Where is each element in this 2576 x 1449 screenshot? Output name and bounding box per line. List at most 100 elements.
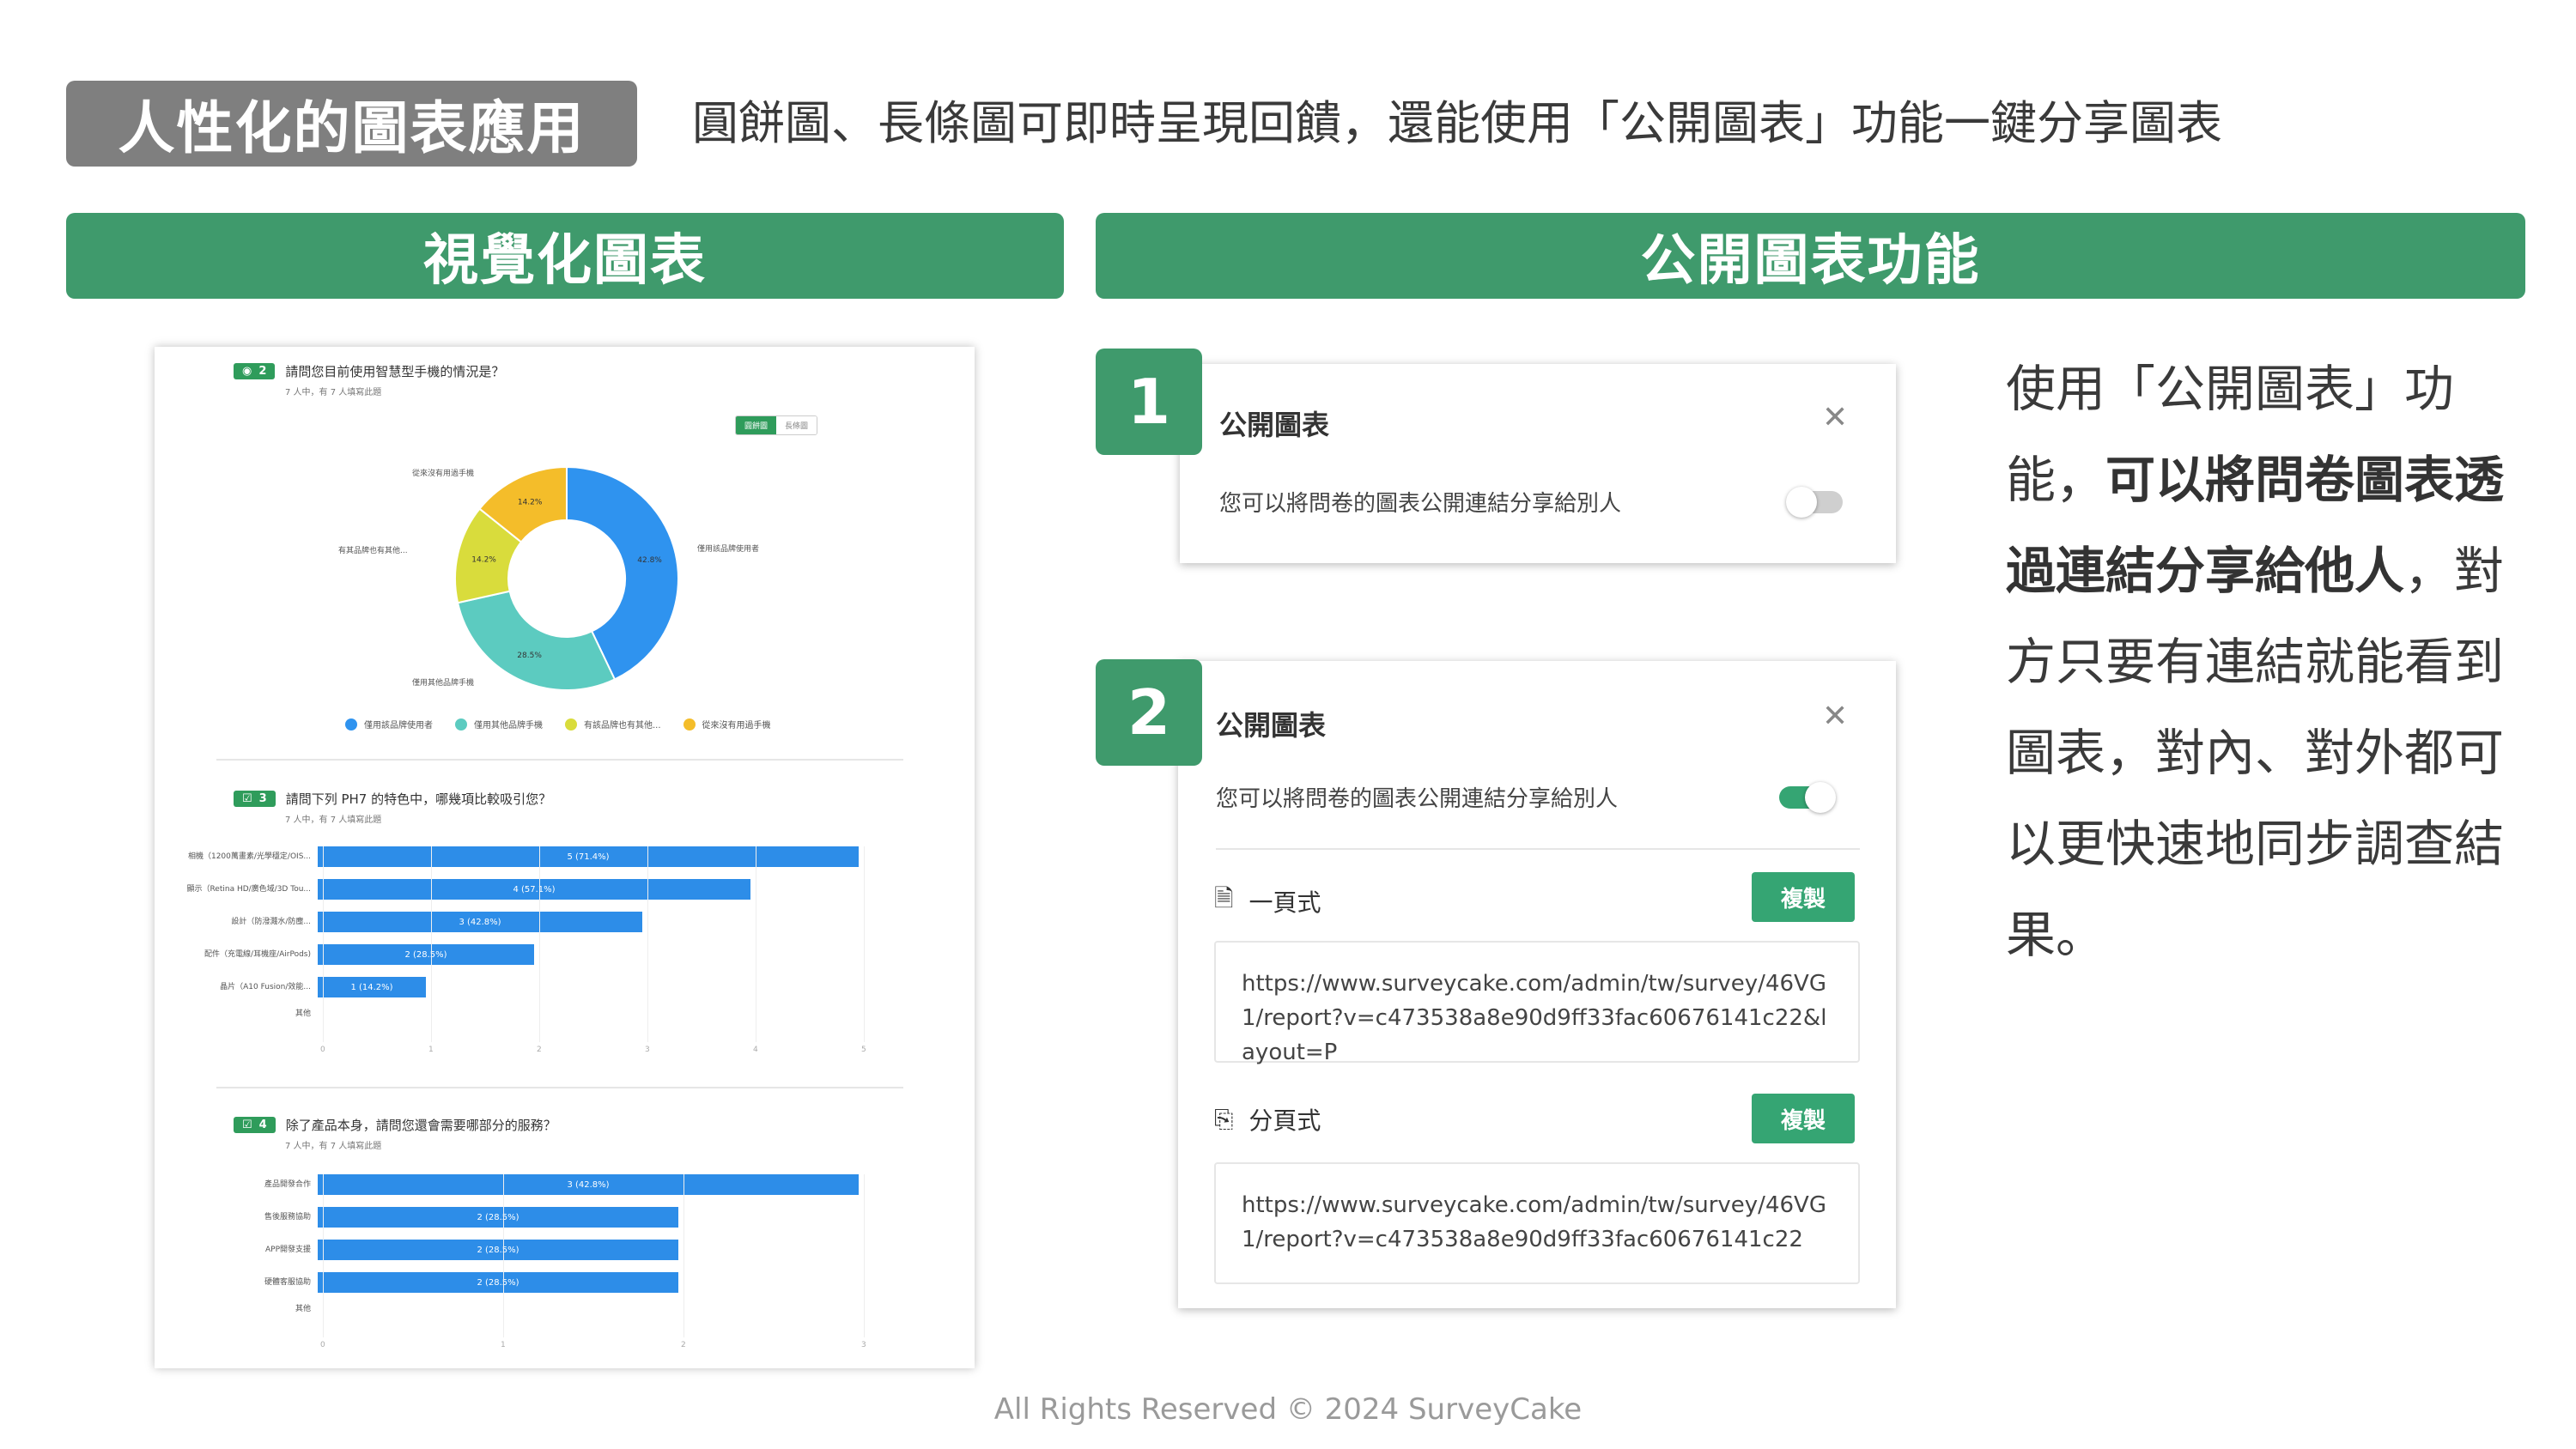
bar-row: APP開發支援 2 (28.5%) [172,1240,678,1260]
section-divider [216,1087,903,1088]
dialog-separator [1216,848,1860,850]
bar-category-label: 設計（防潑濺水/防塵... [231,917,311,926]
bar-row: 配件（充電線/耳機座/AirPods) 2 (28.5%) [172,944,534,965]
grid-line [323,846,324,1042]
grid-line [864,1174,865,1337]
donut-legend: 僅用該品牌使用者 僅用其他品牌手機 有該品牌也有其他... 從來沒有用過手機 [345,718,771,731]
close-icon[interactable]: ✕ [1822,400,1848,435]
question-badge: ◉ 2 [234,363,276,379]
axis-tick-label: 5 [861,1046,866,1054]
bar: 2 (28.5%) [318,1207,678,1228]
axis-tick-label: 4 [753,1046,758,1054]
step-number-2: 2 [1096,659,1202,766]
footer-copyright: All Rights Reserved © 2024 SurveyCake [993,1392,1583,1427]
grid-line [539,846,540,1042]
axis-tick-label: 2 [537,1046,542,1054]
multi-page-row: ⎘ 分頁式 [1214,1102,1321,1137]
legend-item: 僅用該品牌使用者 [345,718,433,731]
bar-row: 其他 [172,1305,318,1314]
bar-row: 硬體客服協助 2 (28.5%) [172,1272,678,1293]
dialog-title: 公開圖表 [1216,709,1327,742]
donut-slice [456,590,617,691]
bar-category-label: 晶片（A10 Fusion/效能... [220,982,311,991]
question-title: 請問下列 PH7 的特色中，哪幾項比較吸引您？ [285,791,552,807]
close-icon[interactable]: ✕ [1822,699,1848,734]
donut-chart: 42.8% 28.5% 14.2% 14.2% [454,465,679,691]
bar-category-label: 售後服務協助 [264,1212,311,1222]
bar-category-label: 其他 [295,1305,311,1313]
single-page-row: 🗎 一頁式 [1214,881,1321,922]
bar-category-label: 硬體客服協助 [264,1277,311,1287]
donut-value-label: 42.8% [637,556,662,565]
donut-label: 僅用其他品牌手機 [412,679,475,688]
bar: 2 (28.5%) [318,944,534,965]
question-subtitle: 7 人中，有 7 人填寫此題 [285,1142,382,1151]
donut-label: 從來沒有用過手機 [412,470,475,478]
question-4-header: ☑ 4 除了產品本身，請問您還會需要哪部分的服務？ [234,1116,556,1134]
bar-category-label: APP開發支援 [264,1245,311,1254]
legend-item: 有該品牌也有其他... [565,718,661,731]
legend-item: 從來沒有用過手機 [683,718,771,731]
bar: 3 (42.8%) [318,1174,859,1195]
donut-value-label: 14.2% [518,499,543,507]
section-header-visual-charts: 視覺化圖表 [66,213,1064,299]
bar-category-label: 其他 [295,1009,311,1018]
checkbox-icon: ☑ [242,1119,252,1131]
bar: 2 (28.5%) [318,1240,678,1260]
bar-row: 晶片（A10 Fusion/效能... 1 (14.2%) [172,977,426,997]
bar: 2 (28.5%) [318,1272,678,1293]
grid-line [431,846,432,1042]
radio-icon: ◉ [242,365,252,378]
axis-tick-label: 3 [645,1046,650,1054]
bar-row: 產品開發合作 3 (42.8%) [172,1174,859,1195]
bar-chart-q4: 產品開發合作 3 (42.8%) 售後服務協助 2 (28.5%) APP開發支援 2 (… [172,1174,962,1363]
bar: 4 (57.1%) [318,879,750,900]
section-divider [216,759,903,761]
bar-category-label: 產品開發合作 [264,1179,311,1189]
copy-button-single[interactable]: 複製 [1752,872,1855,922]
dialog-description: 您可以將問卷的圖表公開連結分享給別人 [1216,786,1619,812]
axis-tick-label: 3 [861,1341,866,1349]
public-chart-dialog-2: 公開圖表 ✕ 您可以將問卷的圖表公開連結分享給別人 🗎 一頁式 複製 https… [1178,661,1896,1308]
single-page-url[interactable]: https://www.surveycake.com/admin/tw/surv… [1214,941,1860,1065]
public-toggle-off[interactable] [1786,487,1843,518]
question-subtitle: 7 人中，有 7 人填寫此題 [285,815,382,825]
bar-row: 售後服務協助 2 (28.5%) [172,1207,678,1228]
bar-category-label: 相機（1200萬畫素/光學穩定/OIS... [187,852,311,861]
multi-page-url[interactable]: https://www.surveycake.com/admin/tw/surv… [1214,1162,1860,1284]
legend-item: 僅用其他品牌手機 [455,718,543,731]
toggle-pie[interactable]: 圓餅圖 [736,416,777,434]
chart-type-toggle[interactable]: 圓餅圖 長條圖 [735,415,818,435]
donut-label: 有其品牌也有其他... [338,547,408,555]
copy-button-multi[interactable]: 複製 [1752,1094,1855,1143]
question-3-header: ☑ 3 請問下列 PH7 的特色中，哪幾項比較吸引您？ [234,790,551,808]
headline-tag: 人性化的圖表應用 [66,81,637,167]
checkbox-icon: ☑ [242,792,252,805]
bar-chart-q3: 相機（1200萬畫素/光學穩定/OIS... 5 (71.4%) 顯示（Retina… [172,846,962,1061]
question-badge: ☑ 4 [234,1117,276,1133]
grid-line [864,846,865,1042]
bar-row: 顯示（Retina HD/廣色域/3D Tou... 4 (57.1%) [172,879,750,900]
donut-label: 僅用該品牌使用者 [697,545,760,554]
report-preview-card: ◉ 2 請問您目前使用智慧型手機的情況是？ 7 人中，有 7 人填寫此題 圓餅圖 … [155,347,975,1368]
grid-line [503,1174,504,1337]
step-number-1: 1 [1096,349,1202,455]
grid-line [323,1174,324,1337]
donut-value-label: 28.5% [517,652,542,660]
section-header-public-charts: 公開圖表功能 [1096,213,2525,299]
grid-line [683,1174,684,1337]
question-subtitle: 7 人中，有 7 人填寫此題 [285,388,382,397]
bar-row: 設計（防潑濺水/防塵... 3 (42.8%) [172,912,642,932]
bar-category-label: 顯示（Retina HD/廣色域/3D Tou... [186,884,311,894]
grid-line [647,846,648,1042]
public-toggle-on[interactable] [1779,782,1836,813]
question-2-header: ◉ 2 請問您目前使用智慧型手機的情況是？ [234,362,504,380]
public-chart-dialog-1: 公開圖表 ✕ 您可以將問卷的圖表公開連結分享給別人 [1180,364,1896,563]
pages-icon: ⎘ [1214,1105,1234,1133]
bar: 3 (42.8%) [318,912,642,932]
document-icon: 🗎 [1214,884,1234,912]
dialog-description: 您可以將問卷的圖表公開連結分享給別人 [1219,491,1622,517]
multi-page-label: 分頁式 [1249,1106,1321,1135]
toggle-bar[interactable]: 長條圖 [776,416,817,434]
axis-tick-label: 2 [681,1341,686,1349]
